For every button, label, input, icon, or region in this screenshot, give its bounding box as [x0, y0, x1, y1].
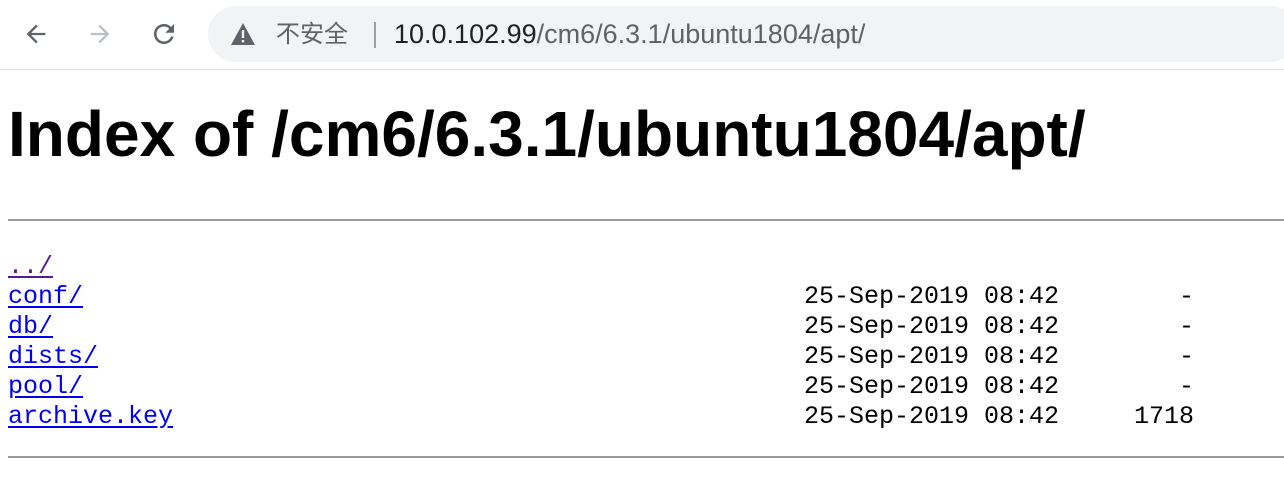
- security-status-label[interactable]: 不安全: [276, 19, 348, 49]
- reload-icon: [154, 24, 174, 44]
- page-title: Index of /cm6/6.3.1/ubuntu1804/apt/: [8, 98, 1086, 170]
- entry-size: -: [1178, 342, 1194, 371]
- entry-date: 25-Sep-2019 08:42: [804, 402, 1060, 431]
- list-item: archive.key 25-Sep-2019 08:42 1718: [8, 402, 1194, 432]
- entry-size: -: [1178, 312, 1194, 341]
- directory-listing: ../ conf/ 25-Sep-2019 08:42 - db/ 25-Sep…: [8, 252, 1194, 432]
- entry-date: 25-Sep-2019 08:42: [804, 342, 1060, 371]
- entry-link[interactable]: db/: [8, 312, 53, 341]
- entry-link[interactable]: conf/: [8, 282, 83, 311]
- list-item: dists/ 25-Sep-2019 08:42 -: [8, 342, 1194, 372]
- list-item: conf/ 25-Sep-2019 08:42 -: [8, 282, 1194, 312]
- entry-link[interactable]: archive.key: [8, 402, 173, 431]
- url-host: 10.0.102.99: [394, 19, 537, 49]
- arrow-right-icon: [90, 24, 110, 44]
- entry-date: 25-Sep-2019 08:42: [804, 282, 1060, 311]
- entry-date: 25-Sep-2019 08:42: [804, 312, 1060, 341]
- list-item: db/ 25-Sep-2019 08:42 -: [8, 312, 1194, 342]
- browser-toolbar: 不安全 10.0.102.99/cm6/6.3.1/ubuntu1804/apt…: [0, 0, 1284, 70]
- forward-button[interactable]: [80, 14, 120, 54]
- address-bar[interactable]: 不安全 10.0.102.99/cm6/6.3.1/ubuntu1804/apt…: [208, 6, 1284, 62]
- url-text[interactable]: 10.0.102.99/cm6/6.3.1/ubuntu1804/apt/: [394, 18, 865, 50]
- bottom-divider: [8, 456, 1284, 458]
- entry-size: -: [1178, 282, 1194, 311]
- entry-size: -: [1178, 372, 1194, 401]
- entry-size: 1718: [1133, 402, 1194, 431]
- entry-link[interactable]: dists/: [8, 342, 98, 371]
- list-item: ../: [8, 252, 173, 282]
- omnibox-divider: [374, 22, 376, 48]
- parent-directory-link[interactable]: ../: [8, 252, 53, 281]
- top-divider: [8, 219, 1284, 221]
- warning-icon[interactable]: [230, 22, 256, 46]
- entry-date: 25-Sep-2019 08:42: [804, 372, 1060, 401]
- arrow-left-icon: [26, 24, 46, 44]
- entry-link[interactable]: pool/: [8, 372, 83, 401]
- reload-button[interactable]: [144, 14, 184, 54]
- list-item: pool/ 25-Sep-2019 08:42 -: [8, 372, 1194, 402]
- url-path: /cm6/6.3.1/ubuntu1804/apt/: [536, 19, 866, 49]
- back-button[interactable]: [16, 14, 56, 54]
